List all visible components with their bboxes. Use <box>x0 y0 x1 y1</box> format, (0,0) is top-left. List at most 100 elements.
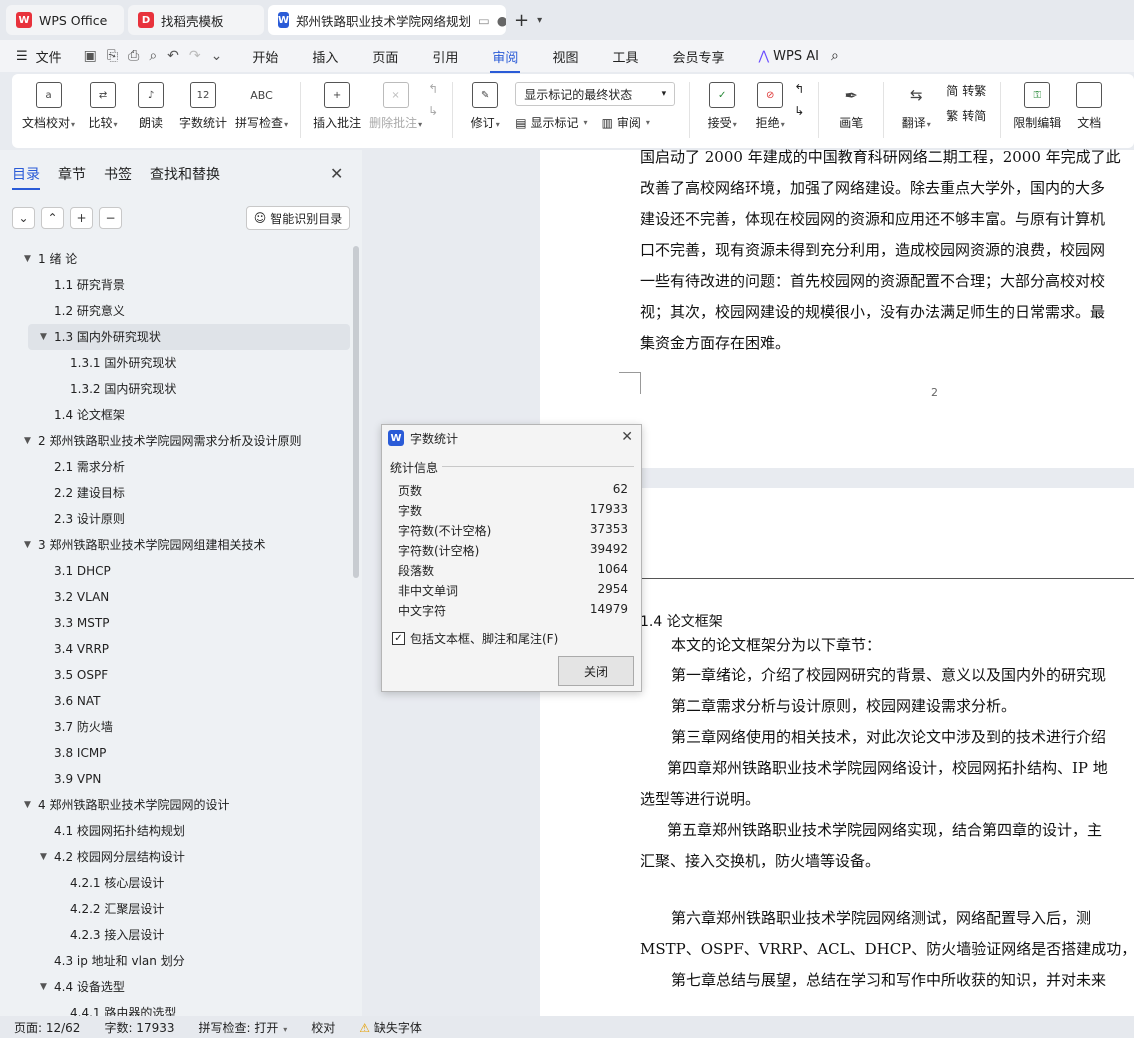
wps-ai-icon[interactable]: ⋀ <box>758 49 769 64</box>
tab-chapters[interactable]: 章节 <box>58 164 86 184</box>
close-icon[interactable]: ✕ <box>621 429 633 445</box>
review-pane-button[interactable]: ▥ 审阅 ▾ <box>602 114 650 131</box>
remove-icon[interactable]: − <box>99 207 122 229</box>
tab-find-replace[interactable]: 查找和替换 <box>150 164 220 184</box>
tab-bookmarks[interactable]: 书签 <box>104 164 132 184</box>
toc-item[interactable]: ▼ 4 郑州铁路职业技术学院园网的设计 <box>0 792 352 818</box>
toc-item[interactable]: 1.1 研究背景 <box>0 272 352 298</box>
status-spell[interactable]: 拼写检查: 打开 ▾ <box>199 1019 288 1036</box>
doc-button[interactable]: 文档 <box>1069 82 1109 131</box>
translate-button[interactable]: ⇆ 翻译▾ <box>896 82 936 131</box>
toc-item[interactable]: 3.5 OSPF <box>0 662 352 688</box>
to-traditional-button[interactable]: 简转繁 <box>946 82 986 99</box>
toc-item[interactable]: 2.3 设计原则 <box>0 506 352 532</box>
next-comment-icon[interactable]: ↳ <box>428 104 438 118</box>
toc-item[interactable]: 1.3.2 国内研究现状 <box>0 376 352 402</box>
toc-item[interactable]: ▼ 4.2 校园网分层结构设计 <box>0 844 352 870</box>
toc-item[interactable]: 3.3 MSTP <box>0 610 352 636</box>
toc-item[interactable]: ▼ 3 郑州铁路职业技术学院园网组建相关技术 <box>0 532 352 558</box>
toc-item[interactable]: 3.2 VLAN <box>0 584 352 610</box>
delete-comment-button[interactable]: × 删除批注▾ <box>369 82 422 131</box>
tab-wps-office[interactable]: W WPS Office <box>6 5 124 35</box>
expand-arrow-icon[interactable]: ▼ <box>24 428 31 454</box>
toc-item[interactable]: 2.1 需求分析 <box>0 454 352 480</box>
toc-item[interactable]: ▼ 2 郑州铁路职业技术学院园网需求分析及设计原则 <box>0 428 352 454</box>
toc-item[interactable]: 4.1 校园网拓扑结构规划 <box>0 818 352 844</box>
toc-item[interactable]: 4.2.1 核心层设计 <box>0 870 352 896</box>
dot-icon[interactable]: ● <box>497 13 506 28</box>
toc-item[interactable]: ▼ 1 绪 论 <box>0 246 352 272</box>
print-icon[interactable]: ⎙ <box>128 48 139 64</box>
show-markup-button[interactable]: ▤ 显示标记 ▾ <box>515 114 587 131</box>
toc-item[interactable]: 1.2 研究意义 <box>0 298 352 324</box>
toc-item[interactable]: 4.2.2 汇聚层设计 <box>0 896 352 922</box>
tab-template[interactable]: D 找稻壳模板 <box>128 5 264 35</box>
toc-item[interactable]: 4.3 ip 地址和 vlan 划分 <box>0 948 352 974</box>
status-proof[interactable]: 校对 <box>311 1019 335 1036</box>
pen-button[interactable]: ✒ 画笔 <box>831 82 871 131</box>
add-icon[interactable]: + <box>70 207 93 229</box>
expand-arrow-icon[interactable]: ▼ <box>40 324 47 350</box>
expand-arrow-icon[interactable]: ▼ <box>40 844 47 870</box>
expand-arrow-icon[interactable]: ▼ <box>24 532 31 558</box>
close-button[interactable]: 关闭 <box>558 656 634 686</box>
menu-file[interactable]: 文件 <box>36 47 62 66</box>
new-tab-button[interactable]: + <box>510 10 533 31</box>
more-icon[interactable]: ⌄ <box>211 48 223 64</box>
prev-comment-icon[interactable]: ↰ <box>428 82 438 96</box>
collapse-icon[interactable]: ⌃ <box>41 207 64 229</box>
toc-item[interactable]: ▼ 1.3 国内外研究现状 <box>28 324 350 350</box>
sidebar-scrollbar[interactable] <box>353 246 359 578</box>
tab-document[interactable]: W 郑州铁路职业技术学院网络规划 ▭ ● <box>268 5 506 35</box>
toc-item[interactable]: 4.2.3 接入层设计 <box>0 922 352 948</box>
redo-icon[interactable]: ↷ <box>189 48 201 64</box>
status-page[interactable]: 页面: 12/62 <box>14 1019 80 1036</box>
track-changes-button[interactable]: ✎ 修订▾ <box>465 82 505 131</box>
spell-check-button[interactable]: ABC 拼写检查▾ <box>235 82 288 131</box>
share-icon[interactable]: ⎘ <box>107 48 118 64</box>
menu-icon[interactable]: ☰ <box>16 49 28 64</box>
toc-item[interactable]: 3.7 防火墙 <box>0 714 352 740</box>
prev-change-icon[interactable]: ↰ <box>794 82 804 96</box>
read-aloud-button[interactable]: ♪ 朗读 <box>131 82 171 131</box>
menu-tools[interactable]: 工具 <box>612 47 638 66</box>
expand-arrow-icon[interactable]: ▼ <box>24 792 31 818</box>
toc-item[interactable]: 2.2 建设目标 <box>0 480 352 506</box>
toc-item[interactable]: 3.4 VRRP <box>0 636 352 662</box>
toc-item[interactable]: 3.9 VPN <box>0 766 352 792</box>
toc-item[interactable]: 1.4 论文框架 <box>0 402 352 428</box>
document-page[interactable]: 国启动了 2000 年建成的中国教育科研网络二期工程，2000 年完成了此 改善了… <box>540 148 1134 468</box>
smart-toc-button[interactable]: ☺ 智能识别目录 <box>246 206 350 230</box>
accept-button[interactable]: ✓ 接受▾ <box>702 82 742 131</box>
expand-arrow-icon[interactable]: ▼ <box>24 246 31 272</box>
menu-reference[interactable]: 引用 <box>432 47 458 66</box>
expand-icon[interactable]: ⌄ <box>12 207 35 229</box>
reject-button[interactable]: ⊘ 拒绝▾ <box>750 82 790 131</box>
toc-item[interactable]: 3.8 ICMP <box>0 740 352 766</box>
menu-view[interactable]: 视图 <box>552 47 578 66</box>
toc-item[interactable]: 3.6 NAT <box>0 688 352 714</box>
menu-start[interactable]: 开始 <box>252 47 278 66</box>
preview-icon[interactable]: ⌕ <box>149 48 157 64</box>
dialog-titlebar[interactable]: W 字数统计 <box>382 425 641 451</box>
chevron-down-icon[interactable]: ▾ <box>537 15 542 26</box>
menu-member[interactable]: 会员专享 <box>672 47 724 66</box>
toc-item[interactable]: ▼ 4.4 设备选型 <box>0 974 352 1000</box>
menu-page[interactable]: 页面 <box>372 47 398 66</box>
menu-insert[interactable]: 插入 <box>312 47 338 66</box>
word-count-button[interactable]: 12 字数统计 <box>179 82 227 131</box>
toc-item[interactable]: 1.3.1 国外研究现状 <box>0 350 352 376</box>
expand-arrow-icon[interactable]: ▼ <box>40 974 47 1000</box>
toc-item[interactable]: 3.1 DHCP <box>0 558 352 584</box>
restrict-edit-button[interactable]: ⚿ 限制编辑 <box>1013 82 1061 131</box>
to-simplified-button[interactable]: 繁转简 <box>946 107 986 124</box>
undo-icon[interactable]: ↶ <box>167 48 179 64</box>
doc-check-button[interactable]: a 文档校对▾ <box>22 82 75 131</box>
status-words[interactable]: 字数: 17933 <box>104 1019 174 1036</box>
menu-wps-ai[interactable]: WPS AI <box>773 49 819 64</box>
monitor-icon[interactable]: ▭ <box>478 13 490 28</box>
save-icon[interactable]: ▣ <box>84 48 97 64</box>
insert-comment-button[interactable]: + 插入批注 <box>313 82 361 131</box>
include-checkbox[interactable]: ✓ 包括文本框、脚注和尾注(F) <box>392 630 558 647</box>
tab-toc[interactable]: 目录 <box>12 164 40 190</box>
